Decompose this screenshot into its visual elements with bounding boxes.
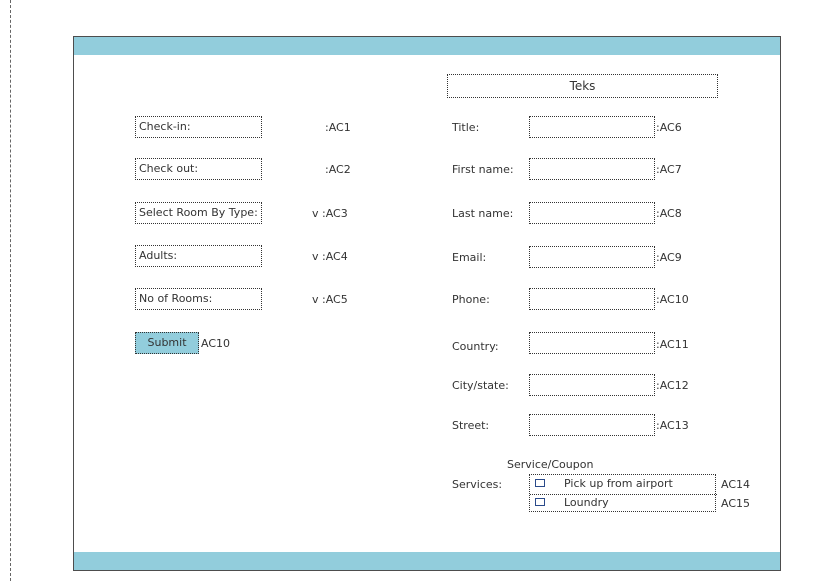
first-name-label: First name: [452, 163, 514, 176]
email-label: Email: [452, 251, 487, 264]
phone-input[interactable] [529, 288, 655, 310]
rooms-code-text: :AC5 [322, 293, 348, 306]
services-heading: Service/Coupon [507, 458, 594, 471]
room-type-dropdown-icon[interactable]: v [312, 207, 319, 220]
last-name-code: :AC8 [656, 207, 682, 220]
country-label: Country: [452, 340, 499, 353]
street-code: :AC13 [656, 419, 689, 432]
form-frame: Teks Check-in: :AC1 Check out: :AC2 Sele… [73, 36, 781, 571]
adults-label: Adults: [139, 249, 178, 262]
checkout-label: Check out: [139, 162, 199, 175]
services-list: Pick up from airport Loundry [529, 474, 717, 513]
rooms-dropdown-icon[interactable]: v [312, 293, 319, 306]
street-input[interactable] [529, 414, 655, 436]
adults-code: v :AC4 [312, 250, 348, 263]
service-option-label: Pick up from airport [564, 477, 673, 490]
checkin-label: Check-in: [139, 120, 191, 133]
first-name-code: :AC7 [656, 163, 682, 176]
city-state-code: :AC12 [656, 379, 689, 392]
phone-label: Phone: [452, 293, 490, 306]
first-name-input[interactable] [529, 158, 655, 180]
rooms-label: No of Rooms: [139, 292, 213, 305]
service-option-laundry[interactable]: Loundry [530, 494, 717, 513]
title-label: Title: [452, 121, 480, 134]
country-code: :AC11 [656, 338, 689, 351]
adults-code-text: :AC4 [322, 250, 348, 263]
phone-code: :AC10 [656, 293, 689, 306]
street-label: Street: [452, 419, 490, 432]
city-state-label: City/state: [452, 379, 509, 392]
rooms-field[interactable]: No of Rooms: [135, 288, 262, 310]
service-option-airport[interactable]: Pick up from airport [530, 475, 717, 494]
title-code: :AC6 [656, 121, 682, 134]
service-code-laundry: AC15 [721, 497, 751, 510]
rooms-code: v :AC5 [312, 293, 348, 306]
room-type-field[interactable]: Select Room By Type: [135, 202, 262, 224]
left-margin-guide [10, 0, 11, 581]
country-input[interactable] [529, 332, 655, 354]
last-name-input[interactable] [529, 202, 655, 224]
submit-button[interactable]: Submit [135, 332, 199, 354]
last-name-label: Last name: [452, 207, 514, 220]
checkout-field[interactable]: Check out: [135, 158, 262, 180]
submit-code: AC10 [201, 337, 231, 350]
checkin-field[interactable]: Check-in: [135, 116, 262, 138]
email-code: :AC9 [656, 251, 682, 264]
header-bar [74, 37, 780, 55]
title-input[interactable] [529, 116, 655, 138]
checkout-code-text: :AC2 [325, 163, 351, 176]
checkbox-icon[interactable] [535, 498, 545, 506]
services-label: Services: [452, 478, 503, 491]
room-type-code: v :AC3 [312, 207, 348, 220]
service-option-label: Loundry [564, 496, 609, 509]
adults-field[interactable]: Adults: [135, 245, 262, 267]
room-type-label: Select Room By Type: [139, 206, 258, 219]
room-type-code-text: :AC3 [322, 207, 348, 220]
checkin-code: :AC1 [325, 121, 351, 134]
email-input[interactable] [529, 246, 655, 268]
city-state-input[interactable] [529, 374, 655, 396]
checkbox-icon[interactable] [535, 479, 545, 487]
checkin-code-text: :AC1 [325, 121, 351, 134]
adults-dropdown-icon[interactable]: v [312, 250, 319, 263]
footer-bar [74, 552, 780, 570]
checkout-code: :AC2 [325, 163, 351, 176]
teks-box: Teks [447, 74, 718, 98]
service-code-airport: AC14 [721, 478, 751, 491]
